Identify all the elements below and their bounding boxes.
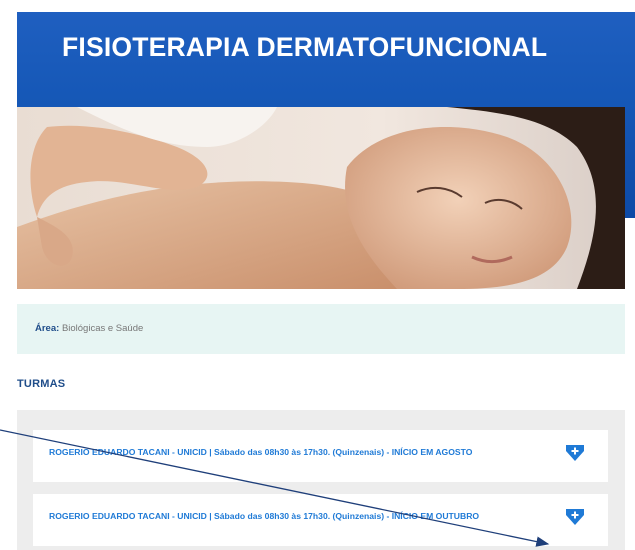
turma-card[interactable]: ROGERIO EDUARDO TACANI - UNICID | Sábado… [33,494,608,546]
expand-plus-icon[interactable] [565,444,585,462]
area-line: Área: Biológicas e Saúde [35,323,143,334]
turmas-panel: ROGERIO EDUARDO TACANI - UNICID | Sábado… [17,410,625,550]
course-title: FISIOTERAPIA DERMATOFUNCIONAL [62,32,548,62]
massage-photo [17,107,625,289]
turma-title[interactable]: ROGERIO EDUARDO TACANI - UNICID | Sábado… [49,510,519,522]
section-title-turmas: TURMAS [17,378,66,390]
turma-card[interactable]: ROGERIO EDUARDO TACANI - UNICID | Sábado… [33,430,608,482]
hero-image [17,107,625,289]
area-label: Área: [35,323,60,334]
turma-title[interactable]: ROGERIO EDUARDO TACANI - UNICID | Sábado… [49,446,519,458]
area-info-box: Área: Biológicas e Saúde [17,304,625,354]
expand-plus-icon[interactable] [565,508,585,526]
area-value: Biológicas e Saúde [61,323,144,334]
